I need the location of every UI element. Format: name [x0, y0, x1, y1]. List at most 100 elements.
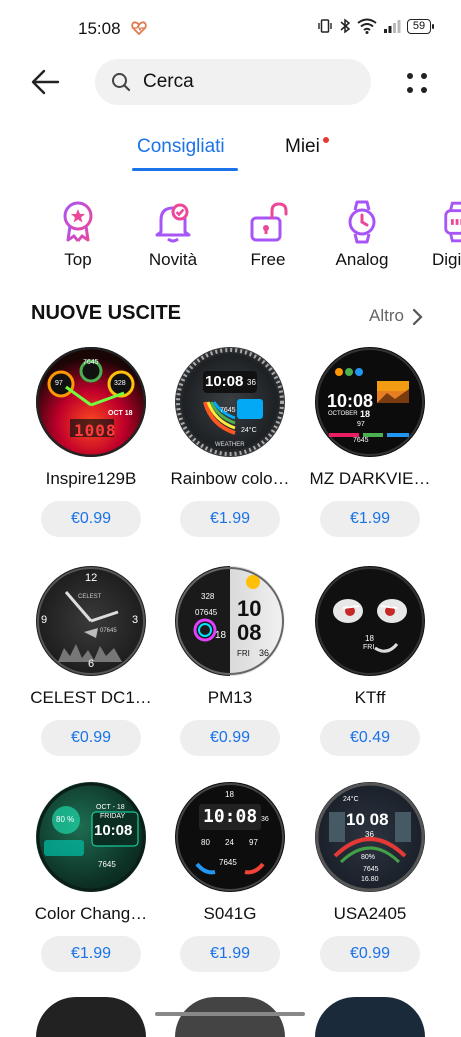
face-date: OCT 18 [108, 410, 133, 417]
face-hours: 10 [237, 596, 262, 621]
face-numeral-6: 6 [88, 658, 95, 670]
face-steps: 7645 [219, 858, 237, 867]
watchface-card[interactable]: 80 % OCT - 18 FRIDAY 10:08 7645 Color Ch… [21, 782, 161, 972]
price-button[interactable]: €1.99 [320, 501, 420, 537]
digital-watch-icon [414, 200, 461, 244]
watchface-card[interactable]: 328 07645 10 08 36 18 FRI PM13 €0.99 [160, 566, 300, 756]
watchface-thumbnail: 80 % OCT - 18 FRIDAY 10:08 7645 [36, 782, 146, 892]
face-seconds: 36 [247, 378, 256, 387]
search-bar[interactable]: Cerca [95, 59, 371, 105]
face-date: 18 [360, 409, 371, 419]
wifi-icon [357, 18, 377, 34]
face-value-b: 24 [225, 838, 234, 847]
face-percent: 80 % [56, 815, 75, 824]
watchface-card[interactable]: 7645 97 328 OCT 18 1008 Inspire129B €0.9… [21, 347, 161, 537]
category-label: Digi [432, 250, 461, 269]
more-link[interactable]: Altro [369, 306, 404, 326]
face-percent: 80% [361, 854, 376, 861]
tab-miei[interactable]: Miei [285, 136, 320, 158]
signal-icon [384, 20, 401, 33]
category-free[interactable]: Free [228, 200, 308, 270]
watchface-card[interactable]: 10:08 36 7645 24°C WEATHER Rainbow colo…… [160, 347, 300, 537]
price-button[interactable]: €1.99 [180, 936, 280, 972]
face-numeral-9: 9 [41, 614, 48, 626]
face-left-value: 97 [55, 380, 63, 387]
status-time: 15:08 [78, 19, 121, 38]
more-options-button[interactable] [402, 68, 432, 98]
price-button[interactable]: €1.99 [180, 501, 280, 537]
watchface-name: Inspire129B [45, 469, 137, 488]
price-button[interactable]: €1.99 [41, 936, 141, 972]
category-digital[interactable]: Digi [414, 200, 461, 270]
status-bar: 15:08 59 [0, 0, 461, 60]
watchface-card[interactable]: 18 10:08 36 80 24 97 7645 S041G €1.99 [160, 782, 300, 972]
notification-dot [323, 137, 329, 143]
watchface-thumbnail-partial[interactable] [315, 997, 425, 1037]
back-button[interactable] [28, 64, 64, 100]
watchface-name: Rainbow colo… [170, 469, 290, 488]
price-button[interactable]: €0.99 [41, 720, 141, 756]
watchface-card[interactable]: 10:08 OCTOBER 18 97 7645 MZ DARKVIE… €1.… [300, 347, 440, 537]
price-button[interactable]: €0.49 [320, 720, 420, 756]
bell-check-icon [133, 200, 213, 244]
category-analog[interactable]: Analog [322, 200, 402, 270]
face-temp: 24°C [343, 796, 359, 803]
four-dots-icon [407, 73, 427, 93]
face-value-c: 97 [249, 838, 258, 847]
face-km: 16.80 [361, 876, 379, 883]
watchface-thumbnail: 24°C 10 08 36 80% 7645 16.80 [315, 782, 425, 892]
face-time: 1008 [74, 421, 117, 440]
face-dow: FRI [237, 649, 250, 658]
vibrate-icon [318, 19, 332, 33]
watchface-name: USA2405 [333, 904, 407, 923]
face-date: 18 [215, 630, 227, 641]
face-day: 18 [225, 790, 234, 799]
price-button[interactable]: €0.99 [180, 720, 280, 756]
watchface-name: S041G [203, 904, 257, 923]
watchface-card[interactable]: 24°C 10 08 36 80% 7645 16.80 USA2405 €0.… [300, 782, 440, 972]
watchface-thumbnail: 10:08 36 7645 24°C WEATHER [175, 347, 285, 457]
face-seconds: 36 [259, 648, 270, 658]
search-input[interactable]: Cerca [143, 71, 194, 93]
watchface-name: PM13 [207, 688, 253, 707]
face-numeral-12: 12 [85, 572, 98, 584]
face-steps: 07645 [195, 608, 218, 617]
face-right-value: 328 [114, 380, 126, 387]
face-temp: 24°C [241, 427, 257, 434]
back-arrow-icon [31, 69, 60, 95]
chevron-right-icon[interactable] [411, 308, 425, 326]
face-date: 18 [365, 634, 374, 643]
watchface-thumbnail-partial[interactable] [175, 997, 285, 1037]
health-heart-icon [131, 20, 147, 41]
face-value-2: 7645 [353, 437, 369, 444]
watchface-thumbnail-partial[interactable] [36, 997, 146, 1037]
face-dow: FRIDAY [100, 813, 126, 820]
face-seconds: 36 [365, 830, 374, 839]
watchface-card[interactable]: 18 FRI KTff €0.49 [300, 566, 440, 756]
category-novita[interactable]: Novità [133, 200, 213, 270]
search-icon [111, 72, 131, 97]
face-date: OCT - 18 [96, 804, 125, 811]
unlock-icon [228, 200, 308, 244]
category-label: Analog [335, 250, 389, 269]
face-steps: 7645 [220, 407, 236, 414]
active-tab-indicator [132, 168, 238, 171]
watchface-thumbnail: 10:08 OCTOBER 18 97 7645 [315, 347, 425, 457]
price-button[interactable]: €0.99 [41, 501, 141, 537]
face-time: 10:08 [205, 373, 244, 390]
watchface-name: KTff [354, 688, 386, 707]
face-numeral-3: 3 [132, 614, 139, 626]
battery-indicator: 59 [407, 18, 434, 34]
watchface-thumbnail: 18 FRI [315, 566, 425, 676]
face-steps: 7645 [363, 866, 379, 873]
face-brand: WEATHER [215, 442, 245, 448]
price-button[interactable]: €0.99 [320, 936, 420, 972]
face-dow: FRI [363, 644, 375, 651]
face-value-1: 97 [357, 421, 365, 428]
home-indicator[interactable] [155, 1012, 305, 1016]
face-value-a: 80 [201, 838, 210, 847]
face-top-value: 328 [201, 592, 215, 601]
category-top[interactable]: Top [38, 200, 118, 270]
tab-consigliati[interactable]: Consigliati [137, 136, 225, 158]
watchface-card[interactable]: CELEST 12 3 6 9 07645 CELEST DC1… €0.99 [21, 566, 161, 756]
